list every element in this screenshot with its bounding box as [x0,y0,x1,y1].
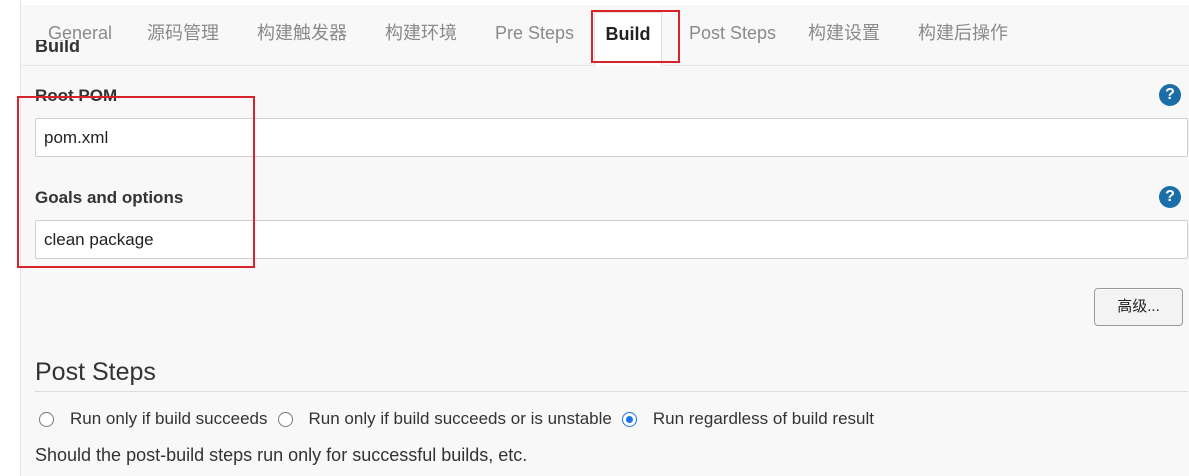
root-pom-input[interactable]: pom.xml [35,118,1188,157]
config-content: General 源码管理 构建触发器 构建环境 Pre Steps Build … [17,0,1189,476]
post-steps-title: Post Steps [35,358,156,386]
tab-build[interactable]: Build [594,12,662,66]
config-tabbar: General 源码管理 构建触发器 构建环境 Pre Steps Build … [21,0,1189,66]
tab-post-build-actions[interactable]: 构建后操作 [912,10,1014,56]
post-steps-description: Should the post-build steps run only for… [35,445,528,465]
root-pom-label: Root POM [35,86,118,105]
radio-run-if-succeeds-or-unstable[interactable]: Run only if build succeeds or is unstabl… [277,409,612,429]
radio-label: Run only if build succeeds [70,409,268,428]
radio-run-if-succeeds[interactable]: Run only if build succeeds [39,409,268,429]
radio-button-icon[interactable] [277,411,293,427]
left-rail [0,0,21,476]
tab-pre-steps[interactable]: Pre Steps [489,10,580,56]
tab-build-environment[interactable]: 构建环境 [379,10,463,56]
radio-run-regardless[interactable]: Run regardless of build result [621,409,874,429]
tab-scm[interactable]: 源码管理 [141,10,225,56]
tab-build-settings[interactable]: 构建设置 [802,10,886,56]
radio-button-icon[interactable] [39,411,54,427]
radio-label: Run regardless of build result [652,409,874,428]
radio-label: Run only if build succeeds or is unstabl… [308,409,612,428]
root-pom-help-icon[interactable]: ? [1159,84,1181,106]
goals-label: Goals and options [35,188,184,207]
goals-input[interactable]: clean package [35,220,1188,259]
goals-help-icon[interactable]: ? [1159,186,1181,208]
tab-post-steps[interactable]: Post Steps [683,10,782,56]
build-section-title: Build [35,40,80,52]
section-divider [35,391,1188,392]
radio-button-selected-icon[interactable] [621,411,637,427]
advanced-button[interactable]: 高级... [1094,288,1183,326]
post-steps-radio-group: Run only if build succeeds Run only if b… [39,409,884,429]
tab-build-triggers[interactable]: 构建触发器 [251,10,353,56]
